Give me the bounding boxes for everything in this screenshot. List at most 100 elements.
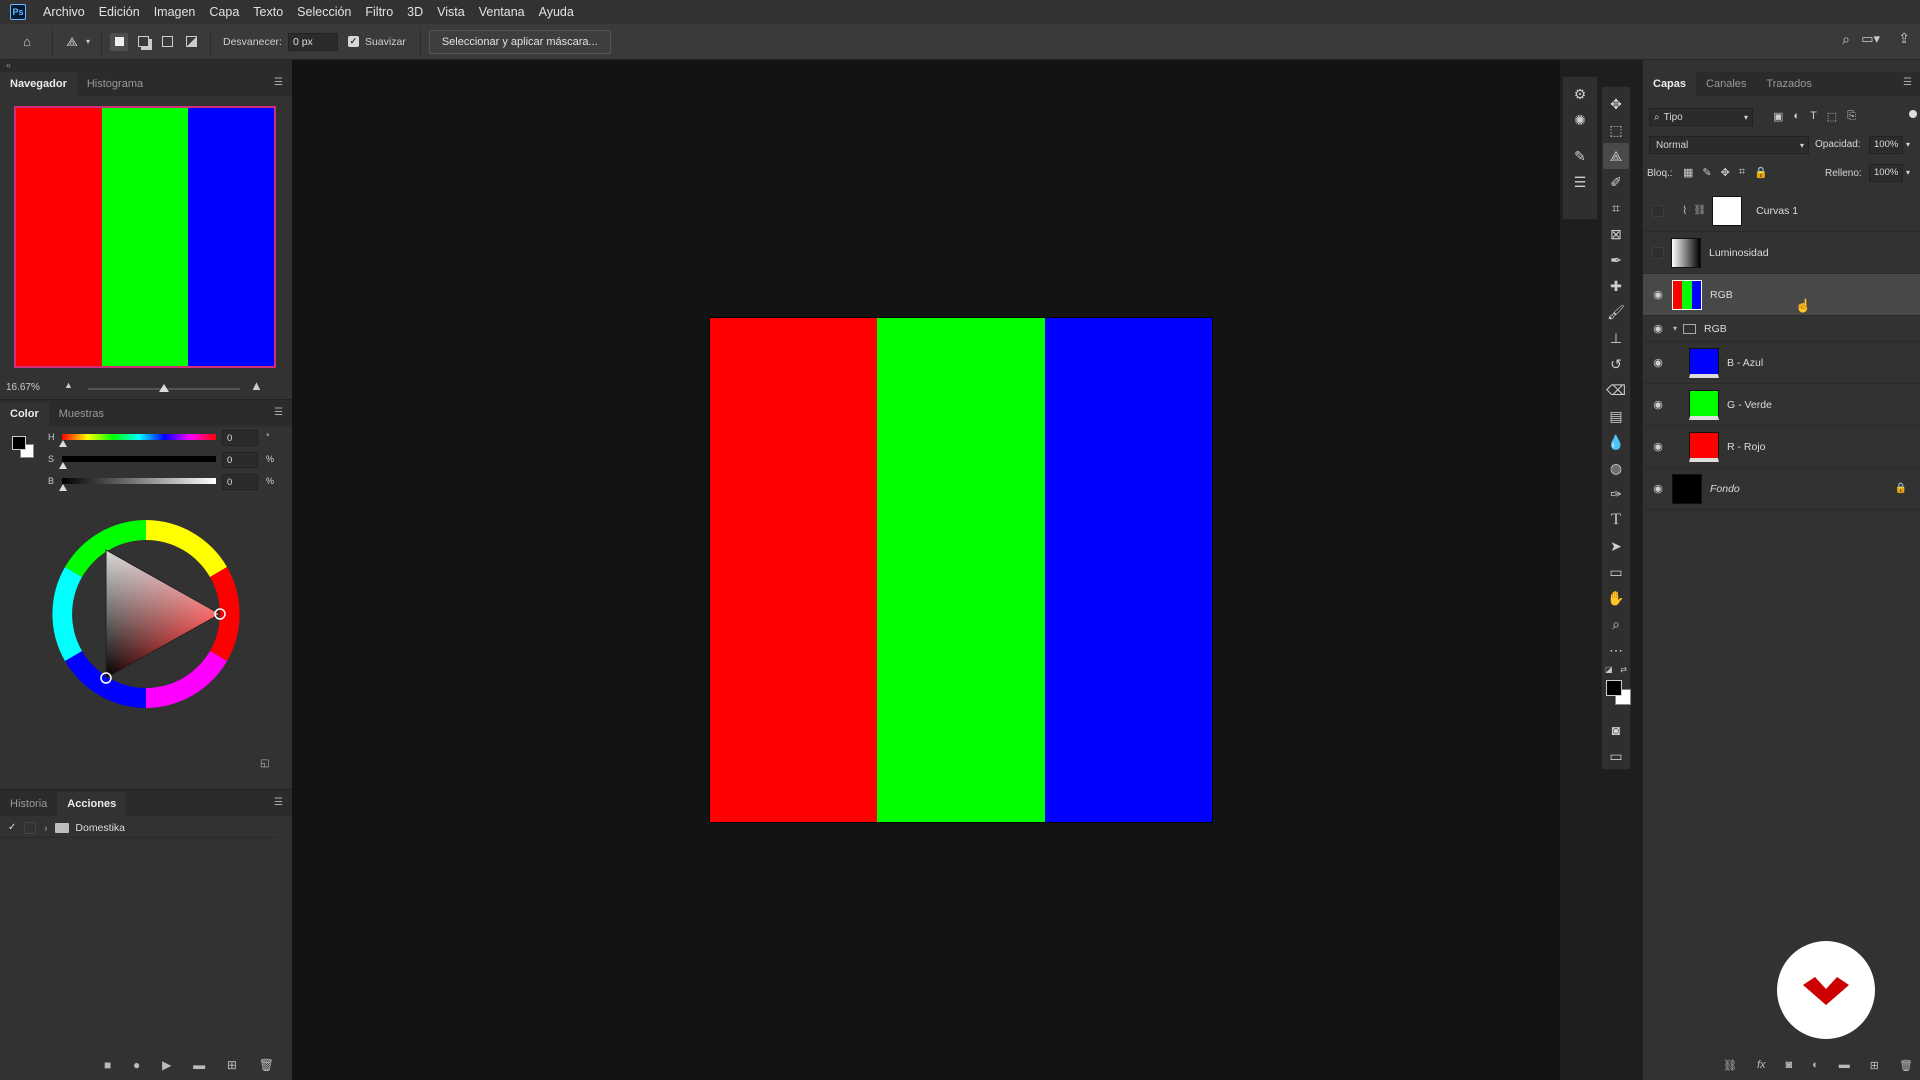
subtract-selection-icon[interactable] — [158, 33, 176, 51]
gradient-tool-icon[interactable]: ▤ — [1603, 403, 1629, 429]
tab-muestras[interactable]: Muestras — [49, 402, 114, 426]
panel-menu-icon[interactable]: ☰ — [274, 78, 284, 88]
eye-icon[interactable]: ◉ — [1651, 322, 1665, 336]
chevron-down-icon[interactable]: ▾ — [1906, 140, 1910, 149]
quick-mask-icon[interactable]: ◙ — [1603, 717, 1629, 743]
opacity-input[interactable]: 100% — [1869, 136, 1903, 154]
tab-color[interactable]: Color — [0, 402, 49, 426]
menu-edicion[interactable]: Edición — [92, 0, 147, 24]
move-tool-icon[interactable]: ✥ — [1603, 91, 1629, 117]
layer-thumbnail[interactable] — [1689, 431, 1719, 462]
collapse-icon[interactable]: « — [6, 60, 11, 70]
layer-row[interactable]: ◉ G - Verde — [1643, 384, 1920, 426]
fill-input[interactable]: 100% — [1869, 164, 1903, 182]
s-input[interactable]: 0 — [222, 452, 258, 468]
panel-menu-icon[interactable]: ☰ — [1903, 78, 1913, 88]
trash-icon[interactable]: 🗑 — [259, 1058, 274, 1072]
intersect-selection-icon[interactable] — [182, 33, 200, 51]
eye-icon[interactable]: ◉ — [1651, 356, 1665, 370]
play-icon[interactable]: ▶ — [162, 1058, 171, 1072]
crop-tool-icon[interactable]: ⌗ — [1603, 195, 1629, 221]
layer-row[interactable]: ◉ Fondo 🔒 — [1643, 468, 1920, 510]
foreground-swatch[interactable] — [12, 436, 26, 450]
saturation-slider[interactable] — [62, 456, 216, 462]
menu-archivo[interactable]: Archivo — [36, 0, 92, 24]
layer-row[interactable]: ◉ RGB ☝ — [1643, 274, 1920, 316]
gamut-icon[interactable]: ◱ — [260, 758, 269, 769]
type-filter-icon[interactable]: T — [1810, 110, 1817, 123]
eyedropper-icon[interactable]: ✒ — [1603, 247, 1629, 273]
brightness-slider[interactable] — [62, 478, 216, 484]
brush-tool-icon[interactable]: 🖌 — [1603, 299, 1629, 325]
tab-capas[interactable]: Capas — [1643, 72, 1697, 96]
trash-icon[interactable]: 🗑 — [1899, 1059, 1913, 1072]
properties-icon[interactable]: ⚙ — [1567, 81, 1593, 107]
link-icon[interactable]: ⛓ — [1693, 205, 1706, 216]
zoom-value[interactable]: 16.67% — [6, 382, 40, 393]
lock-paint-icon[interactable]: ✎ — [1702, 166, 1711, 179]
record-icon[interactable]: ● — [133, 1058, 140, 1072]
tab-histograma[interactable]: Histograma — [77, 72, 153, 96]
swap-colors-icon[interactable]: ⇄ — [1620, 665, 1627, 674]
tab-navegador[interactable]: Navegador — [0, 72, 77, 96]
lasso-tool-icon[interactable]: ⟁ — [1603, 143, 1629, 169]
zoom-tool-icon[interactable]: ⌕ — [1603, 611, 1629, 637]
pixel-filter-icon[interactable]: ▣ — [1773, 110, 1783, 123]
smooth-checkbox[interactable]: ✓ — [347, 36, 359, 47]
search-icon[interactable]: ⌕ — [1842, 31, 1850, 48]
screen-mode-icon[interactable]: ▭ — [1603, 743, 1629, 769]
layer-row[interactable]: ◉ B - Azul — [1643, 342, 1920, 384]
lock-transparency-icon[interactable]: ▦ — [1683, 166, 1693, 179]
layer-thumbnail[interactable] — [1672, 279, 1702, 310]
polygonal-lasso-icon[interactable]: ⟁ — [61, 31, 83, 53]
new-set-icon[interactable]: ▬ — [193, 1058, 205, 1072]
lock-position-icon[interactable]: ✥ — [1721, 166, 1730, 179]
new-action-icon[interactable]: ⊞ — [227, 1058, 237, 1072]
toolbar-foreground-swatch[interactable] — [1606, 680, 1622, 696]
add-mask-icon[interactable]: ◙ — [1786, 1059, 1793, 1071]
tab-acciones[interactable]: Acciones — [57, 792, 127, 816]
marquee-tool-icon[interactable]: ⬚ — [1603, 117, 1629, 143]
hand-tool-icon[interactable]: ✋ — [1603, 585, 1629, 611]
add-selection-icon[interactable] — [134, 33, 152, 51]
rectangle-tool-icon[interactable]: ▭ — [1603, 559, 1629, 585]
layer-thumbnail[interactable] — [1671, 237, 1701, 268]
navigator-preview[interactable] — [14, 106, 276, 368]
blend-mode-select[interactable]: Normal ▾ — [1649, 136, 1809, 154]
menu-texto[interactable]: Texto — [246, 0, 290, 24]
brush-settings-icon[interactable]: ✎ — [1567, 143, 1593, 169]
layer-row[interactable]: ⌇ ⛓ Curvas 1 — [1643, 190, 1920, 232]
filter-kind-select[interactable]: ⌕ Tipo ▾ — [1649, 108, 1753, 126]
pen-tool-icon[interactable]: ✑ — [1603, 481, 1629, 507]
type-tool-icon[interactable]: T — [1603, 507, 1629, 533]
layer-row[interactable]: Luminosidad — [1643, 232, 1920, 274]
eye-icon[interactable]: ◉ — [1651, 440, 1665, 454]
saturation-slider-thumb[interactable] — [59, 462, 67, 469]
zoom-slider[interactable] — [88, 384, 240, 392]
menu-ventana[interactable]: Ventana — [472, 0, 532, 24]
layer-mask-thumbnail[interactable] — [1712, 195, 1743, 226]
select-and-mask-button[interactable]: Seleccionar y aplicar máscara... — [428, 29, 611, 54]
new-layer-icon[interactable]: ⊞ — [1870, 1059, 1879, 1072]
tab-canales[interactable]: Canales — [1696, 72, 1756, 96]
document-canvas[interactable] — [710, 318, 1212, 822]
smart-object-filter-icon[interactable]: ⎘ — [1847, 110, 1856, 123]
zoom-slider-thumb[interactable] — [159, 384, 169, 392]
tab-trazados[interactable]: Trazados — [1756, 72, 1821, 96]
menu-3d[interactable]: 3D — [400, 0, 430, 24]
menu-ayuda[interactable]: Ayuda — [532, 0, 581, 24]
chevron-down-icon[interactable]: ▾ — [1906, 168, 1910, 177]
layer-thumbnail[interactable] — [1689, 389, 1719, 420]
panel-menu-icon[interactable]: ☰ — [274, 798, 284, 808]
adjustment-filter-icon[interactable]: ◐ — [1793, 110, 1800, 123]
check-icon[interactable]: ✓ — [8, 822, 16, 833]
chevron-right-icon[interactable]: › — [44, 823, 47, 833]
dodge-tool-icon[interactable]: ◍ — [1603, 455, 1629, 481]
tool-presets-icon[interactable]: ☰ — [1567, 169, 1593, 195]
eye-icon[interactable]: ◉ — [1651, 482, 1665, 496]
healing-brush-icon[interactable]: ✚ — [1603, 273, 1629, 299]
eye-icon[interactable]: ◉ — [1651, 288, 1665, 302]
menu-seleccion[interactable]: Selección — [290, 0, 358, 24]
default-colors-icon[interactable]: ◪ — [1605, 665, 1613, 674]
layer-row[interactable]: ◉ R - Rojo — [1643, 426, 1920, 468]
